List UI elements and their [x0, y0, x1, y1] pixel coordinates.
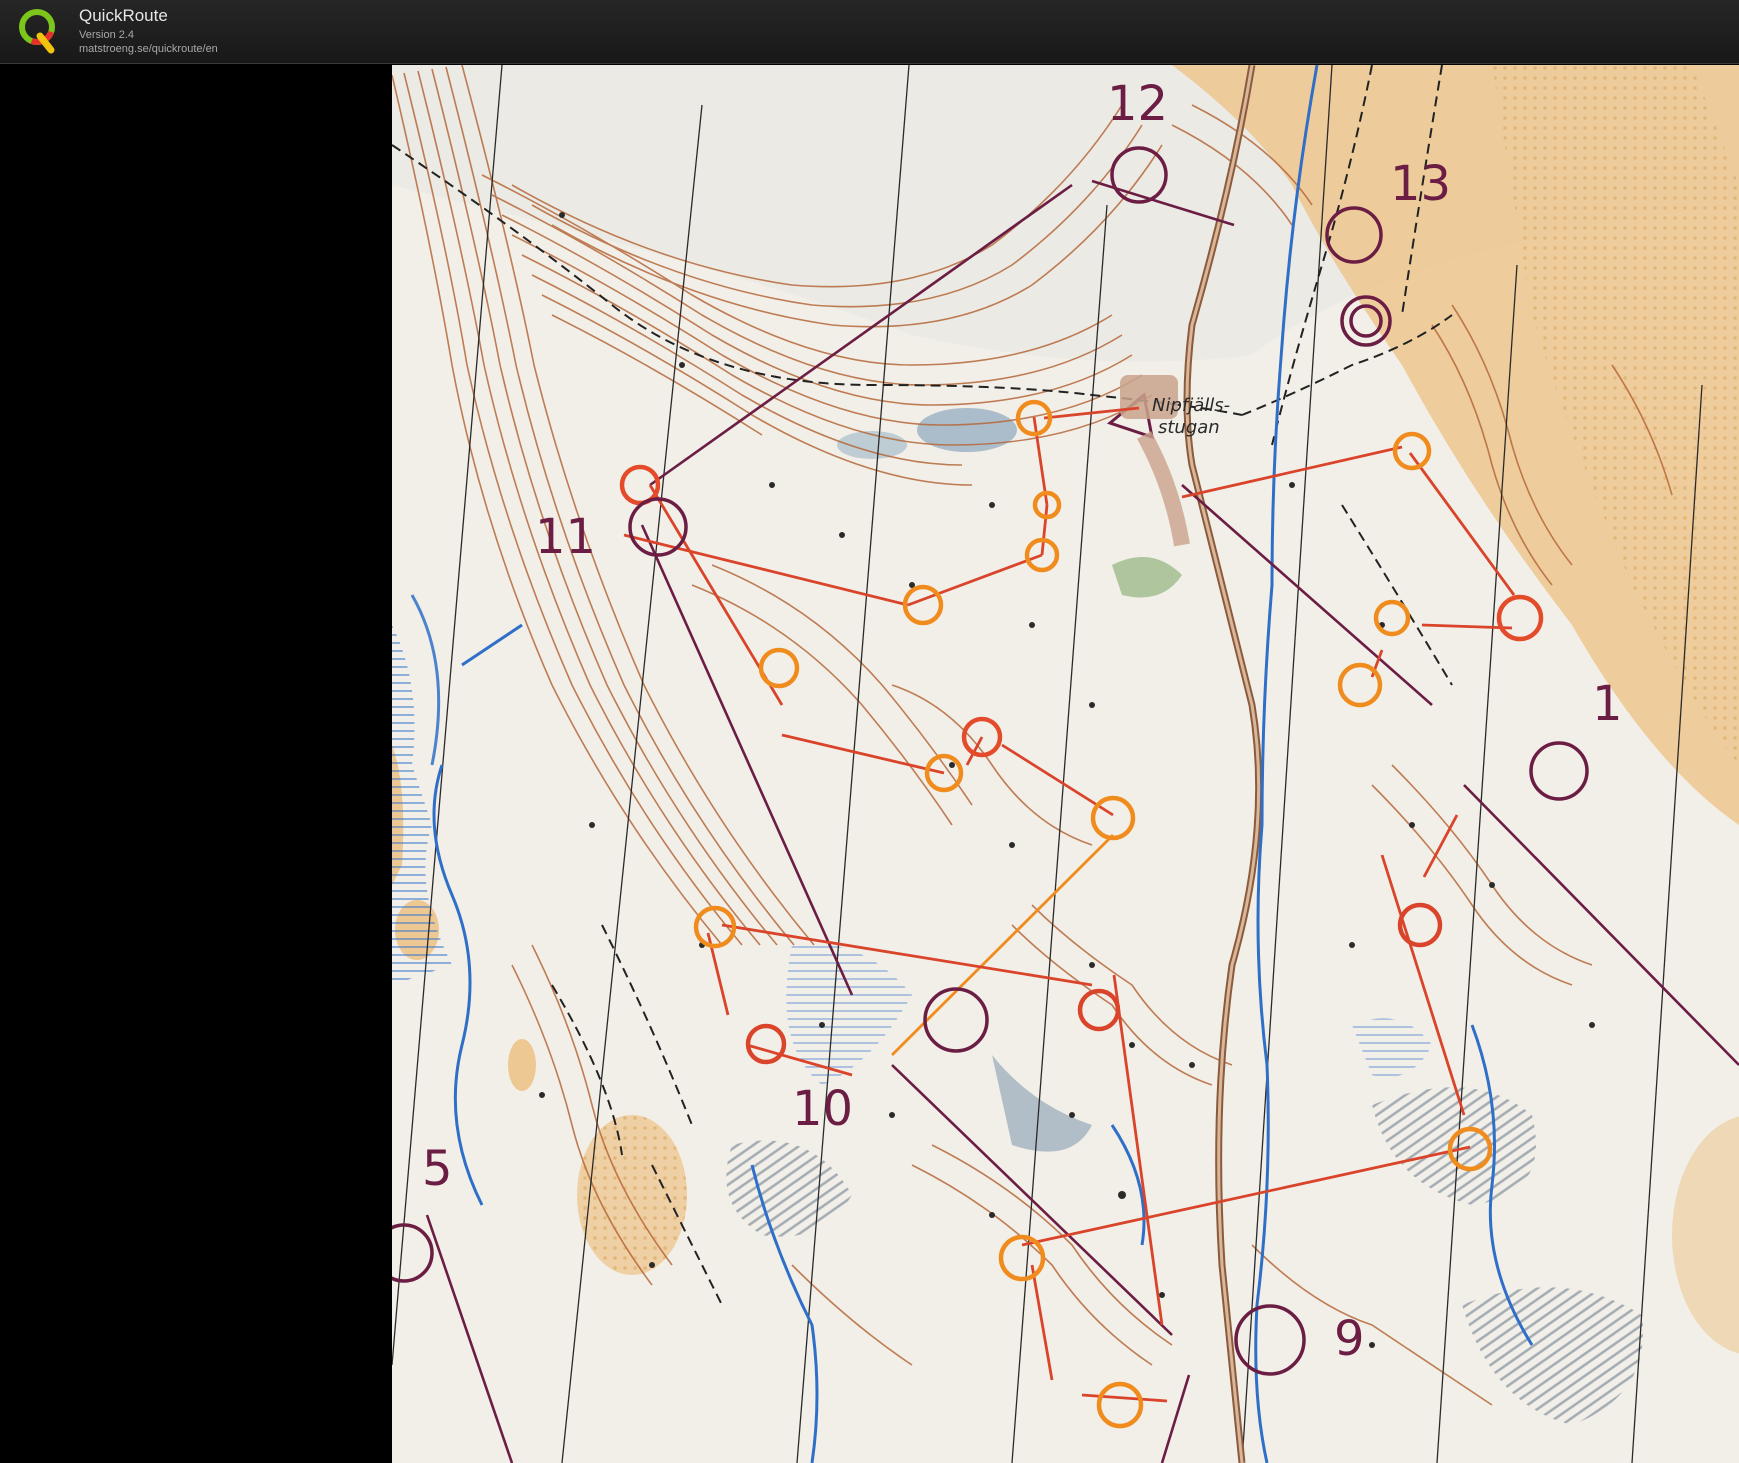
control-number-1: 1 — [1592, 676, 1623, 732]
control-number-10: 10 — [792, 1081, 853, 1137]
control-number-5: 5 — [422, 1141, 453, 1197]
orienteering-map[interactable]: Nipfjälls- stugan 12 13 11 1 10 5 9 — [392, 65, 1739, 1463]
place-name-line2: stugan — [1158, 417, 1220, 438]
control-number-12: 12 — [1107, 76, 1168, 132]
control-number-9: 9 — [1334, 1311, 1365, 1367]
app-header: QuickRoute Version 2.4 matstroeng.se/qui… — [0, 0, 1739, 64]
app-version: Version 2.4 — [79, 29, 135, 41]
map-view[interactable]: Nipfjälls- stugan 12 13 11 1 10 5 9 — [392, 65, 1739, 1463]
app-name: QuickRoute — [79, 6, 168, 25]
app-url[interactable]: matstroeng.se/quickroute/en — [79, 43, 218, 55]
control-number-13: 13 — [1390, 156, 1451, 212]
place-name-line1: Nipfjälls- — [1152, 395, 1230, 416]
control-number-11: 11 — [535, 509, 596, 565]
left-panel — [0, 65, 392, 1463]
quickroute-logo-icon — [19, 9, 55, 54]
